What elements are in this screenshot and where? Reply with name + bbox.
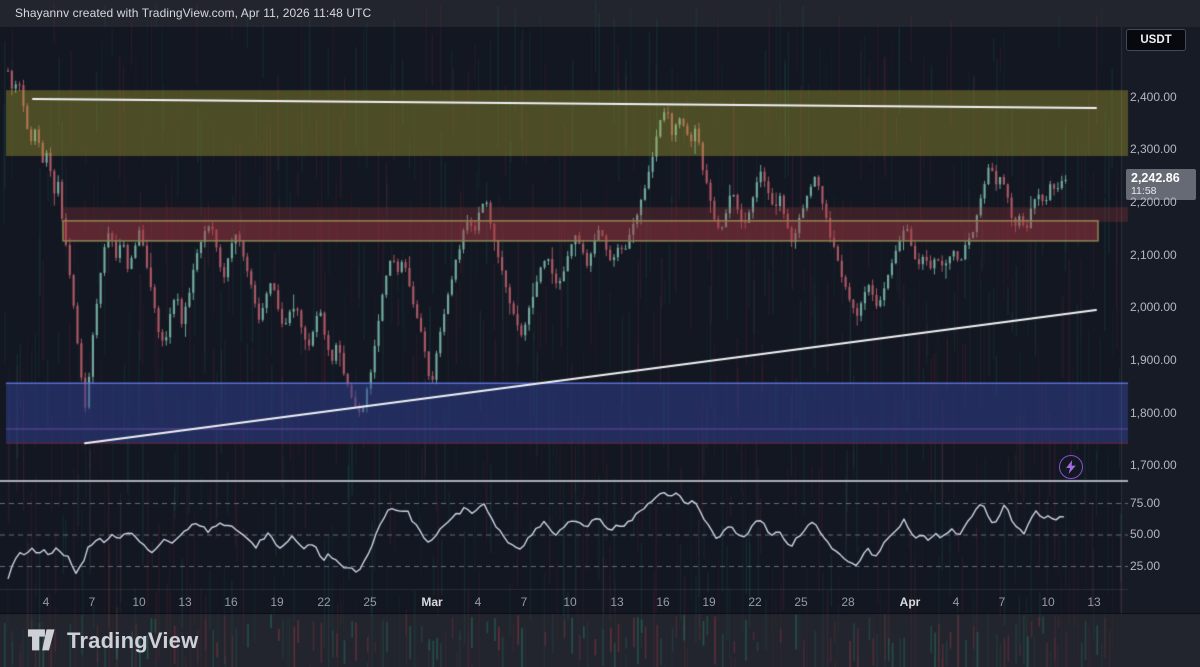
lightning-bolt-icon <box>1065 460 1077 474</box>
time-axis-label: 7 <box>74 595 110 609</box>
time-axis-label: 19 <box>259 595 295 609</box>
time-axis-label: 22 <box>737 595 773 609</box>
boost-lightning-icon[interactable] <box>1059 455 1083 479</box>
rsi-axis-label: 75.00 <box>1130 496 1160 510</box>
time-axis-label: 13 <box>1076 595 1112 609</box>
tradingview-snapshot: { "header": { "attribution": "Shayannv c… <box>0 0 1200 667</box>
price-axis-label: 1,700.00 <box>1130 458 1177 472</box>
time-axis-label: 25 <box>783 595 819 609</box>
price-axis-label: 2,300.00 <box>1130 142 1177 156</box>
time-axis-label: 4 <box>938 595 974 609</box>
price-axis-label: 2,200.00 <box>1130 195 1177 209</box>
time-axis-label: 16 <box>213 595 249 609</box>
rsi-axis-label: 50.00 <box>1130 527 1160 541</box>
time-axis-label: 13 <box>599 595 635 609</box>
price-axis-label: 1,800.00 <box>1130 406 1177 420</box>
time-axis-label: 4 <box>460 595 496 609</box>
tradingview-logo[interactable]: TradingView <box>28 628 198 654</box>
attribution-text: Shayannv created with TradingView.com, A… <box>15 6 371 20</box>
tradingview-logomark-icon <box>28 629 57 654</box>
time-axis-label: Apr <box>892 595 928 609</box>
price-axis-label: 2,100.00 <box>1130 248 1177 262</box>
time-axis-label: 4 <box>28 595 64 609</box>
price-axis-label: 2,000.00 <box>1130 300 1177 314</box>
time-axis-label: 19 <box>691 595 727 609</box>
time-axis-label: 25 <box>352 595 388 609</box>
price-axis-label: 1,900.00 <box>1130 353 1177 367</box>
tradingview-logo-text: TradingView <box>67 628 198 654</box>
price-axis-label: 2,400.00 <box>1130 90 1177 104</box>
time-axis-label: 13 <box>167 595 203 609</box>
time-axis-label: Mar <box>414 595 450 609</box>
rsi-axis-label: 25.00 <box>1130 559 1160 573</box>
last-price-value: 2,242.86 <box>1131 171 1192 185</box>
time-axis-label: 7 <box>506 595 542 609</box>
time-axis-label: 22 <box>306 595 342 609</box>
time-axis-label: 10 <box>121 595 157 609</box>
time-axis-label: 28 <box>830 595 866 609</box>
time-axis-label: 10 <box>1030 595 1066 609</box>
currency-toggle-button[interactable]: USDT <box>1126 29 1186 51</box>
chart-canvas[interactable] <box>0 0 1200 667</box>
time-axis-label: 10 <box>552 595 588 609</box>
time-axis-label: 16 <box>645 595 681 609</box>
time-axis-label: 7 <box>984 595 1020 609</box>
